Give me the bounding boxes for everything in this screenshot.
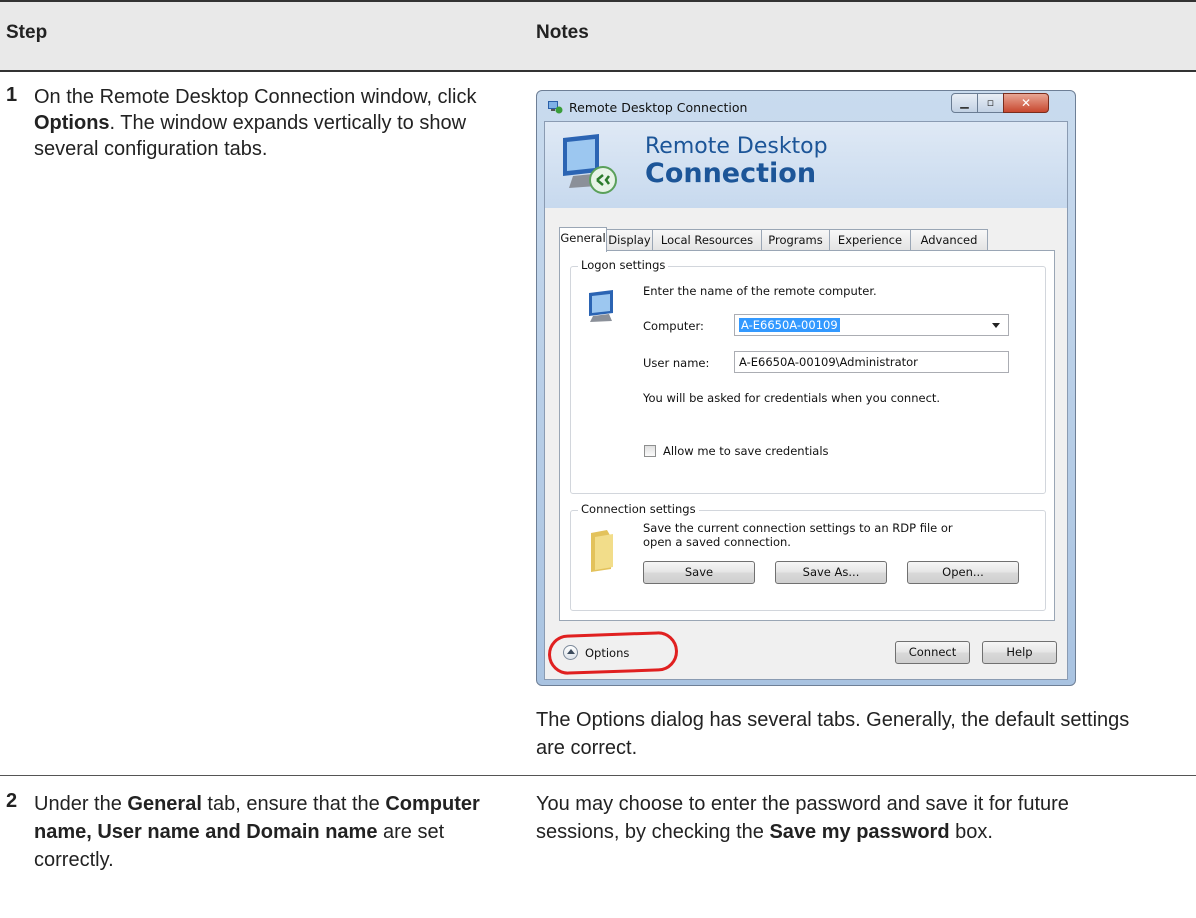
tab-programs[interactable]: Programs [761, 229, 830, 251]
logon-settings-group: Logon settings Enter the name of the rem… [570, 258, 1046, 494]
tab-display[interactable]: Display [606, 229, 653, 251]
username-label: User name: [643, 356, 710, 370]
notes-column-header: Notes [536, 22, 589, 43]
step-number-2: 2 [6, 790, 18, 812]
connection-settings-label: Connection settings [578, 502, 699, 516]
computer-label: Computer: [643, 319, 704, 333]
tab-experience[interactable]: Experience [829, 229, 911, 251]
logon-settings-label: Logon settings [578, 258, 669, 272]
username-field[interactable]: A-E6650A-00109\Administrator [734, 351, 1009, 373]
computer-value: A-E6650A-00109 [739, 318, 840, 332]
tab-general[interactable]: General [559, 227, 607, 252]
options-highlight-circle [547, 630, 679, 676]
banner: Remote Desktop Connection [545, 122, 1067, 208]
table-header: Step Notes [0, 0, 1196, 72]
computer-icon [589, 290, 613, 322]
open-button[interactable]: Open... [907, 561, 1019, 584]
tab-advanced[interactable]: Advanced [910, 229, 988, 251]
row-divider [0, 775, 1196, 776]
logon-instruction: Enter the name of the remote computer. [643, 284, 877, 298]
banner-title-line2: Connection [645, 158, 817, 189]
allow-save-credentials-label: Allow me to save credentials [663, 444, 829, 458]
header-bottom-rule [0, 70, 1196, 72]
banner-title-line1: Remote Desktop [645, 134, 828, 159]
maximize-button[interactable]: ▫ [977, 93, 1004, 113]
computer-combobox[interactable]: A-E6650A-00109 [734, 314, 1009, 336]
step-number-1: 1 [6, 84, 18, 106]
save-button[interactable]: Save [643, 561, 755, 584]
folder-icon [591, 530, 613, 572]
step-1-text: On the Remote Desktop Connection window,… [34, 86, 477, 160]
step-1-note: The Options dialog has several tabs. Gen… [536, 709, 1130, 759]
window-client: Remote Desktop Connection General Displa… [544, 121, 1068, 680]
minimize-button[interactable]: ▁ [951, 93, 978, 113]
header-top-rule [0, 0, 1196, 2]
window-title: Remote Desktop Connection [569, 100, 748, 115]
connection-settings-group: Connection settings Save the current con… [570, 502, 1046, 611]
credentials-note: You will be asked for credentials when y… [643, 391, 941, 405]
connect-button[interactable]: Connect [895, 641, 970, 664]
close-icon: ✕ [1020, 96, 1032, 110]
remote-desktop-window: Remote Desktop Connection ▁ ▫ ✕ Remote D… [536, 90, 1076, 686]
remote-computer-icon [563, 134, 617, 194]
minimize-icon: ▁ [960, 96, 969, 109]
general-tab-panel: Logon settings Enter the name of the rem… [559, 250, 1055, 621]
allow-save-credentials-checkbox[interactable] [644, 445, 656, 457]
dropdown-arrow-icon[interactable] [992, 323, 1000, 328]
connection-description: Save the current connection settings to … [643, 521, 953, 549]
tab-local-resources[interactable]: Local Resources [652, 229, 762, 251]
maximize-icon: ▫ [986, 96, 995, 109]
step-2-text: Under the General tab, ensure that the C… [34, 793, 480, 871]
save-as-button[interactable]: Save As... [775, 561, 887, 584]
title-bar: Remote Desktop Connection ▁ ▫ ✕ [537, 91, 1075, 121]
close-button[interactable]: ✕ [1003, 93, 1049, 113]
help-button[interactable]: Help [982, 641, 1057, 664]
step-column-header: Step [6, 22, 48, 43]
step-2-note: You may choose to enter the password and… [536, 793, 1069, 843]
remote-desktop-app-icon [548, 101, 563, 114]
